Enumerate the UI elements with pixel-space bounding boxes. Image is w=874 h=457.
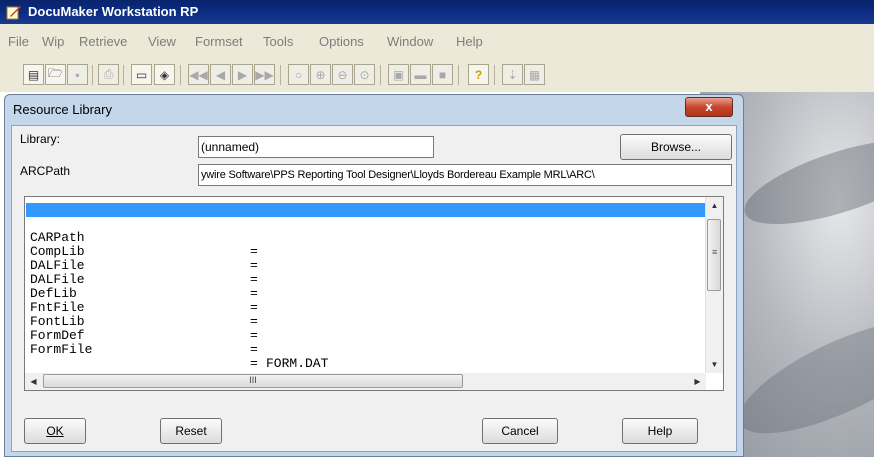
view-icon[interactable]: ▭ bbox=[131, 64, 152, 85]
dialog-title: Resource Library bbox=[13, 102, 112, 117]
dialog-title-bar: Resource Library x bbox=[5, 95, 743, 123]
first-page-icon[interactable]: ◀◀ bbox=[188, 64, 209, 85]
toolbar-separator bbox=[494, 65, 495, 85]
browse-button[interactable]: Browse... bbox=[620, 134, 732, 160]
horizontal-scrollbar[interactable]: ◀ III ▶ bbox=[25, 373, 706, 390]
arcpath-field[interactable]: ywire Software\PPS Reporting Tool Design… bbox=[198, 164, 732, 186]
menu-tools[interactable]: Tools bbox=[263, 34, 293, 49]
vertical-scrollbar[interactable]: ▲ ≡ ▼ bbox=[705, 197, 723, 373]
list-item-equals: = bbox=[250, 356, 258, 371]
list-item-value: FORM.DAT bbox=[266, 356, 329, 371]
download-icon[interactable]: ⇣ bbox=[502, 64, 523, 85]
reset-button[interactable]: Reset bbox=[160, 418, 222, 444]
scroll-left-arrow-icon[interactable]: ◀ bbox=[25, 373, 42, 390]
zoom-icon[interactable]: ○ bbox=[288, 64, 309, 85]
help-button[interactable]: Help bbox=[622, 418, 698, 444]
menu-help[interactable]: Help bbox=[456, 34, 483, 49]
zoom-in-icon[interactable]: ⊕ bbox=[310, 64, 331, 85]
reset-button-label: Reset bbox=[175, 424, 207, 438]
zoom-out-icon[interactable]: ⊖ bbox=[332, 64, 353, 85]
list-item[interactable]: CompLib = bbox=[26, 231, 706, 273]
list-item[interactable]: CARPath = bbox=[26, 217, 706, 259]
layout-full-icon[interactable]: ▣ bbox=[388, 64, 409, 85]
menu-window[interactable]: Window bbox=[387, 34, 433, 49]
scroll-down-arrow-icon[interactable]: ▼ bbox=[706, 356, 723, 373]
previous-page-icon[interactable]: ◀ bbox=[210, 64, 231, 85]
layout-tile-icon[interactable]: ■ bbox=[432, 64, 453, 85]
last-page-icon[interactable]: ▶▶ bbox=[254, 64, 275, 85]
menu-bar: File Wip Retrieve View Formset Tools Opt… bbox=[0, 24, 874, 61]
list-item[interactable]: DALFile = bbox=[26, 245, 706, 287]
layout-split-icon[interactable]: ▬ bbox=[410, 64, 431, 85]
toolbar-separator bbox=[180, 65, 181, 85]
toolbar-separator bbox=[380, 65, 381, 85]
toolbar: ▤ 🗁 ▪ ⎙ ▭ ◈ ◀◀ ◀ ▶ ▶▶ ○ ⊕ ⊖ ⊙ ▣ ▬ ■ ? ⇣ … bbox=[0, 60, 874, 92]
resource-list[interactable]: ARCPath = C:\Program Files\Skywire Softw… bbox=[24, 196, 724, 391]
arcpath-label: ARCPath bbox=[20, 164, 71, 178]
app-title: DocuMaker Workstation RP bbox=[28, 4, 199, 19]
list-item[interactable]: FormFile = bbox=[26, 329, 706, 371]
list-item[interactable]: FormDef = FORM.DAT bbox=[26, 315, 706, 371]
toolbar-separator bbox=[92, 65, 93, 85]
next-page-icon[interactable]: ▶ bbox=[232, 64, 253, 85]
zoom-fit-icon[interactable]: ⊙ bbox=[354, 64, 375, 85]
cancel-button[interactable]: Cancel bbox=[482, 418, 558, 444]
app-title-bar: DocuMaker Workstation RP bbox=[0, 0, 874, 24]
resource-library-dialog: Resource Library x Library: (unnamed) Br… bbox=[4, 94, 744, 457]
list-item[interactable]: ARCPath = C:\Program Files\Skywire Softw… bbox=[26, 203, 706, 259]
scroll-right-arrow-icon[interactable]: ▶ bbox=[689, 373, 706, 390]
menu-formset[interactable]: Formset bbox=[195, 34, 243, 49]
list-item[interactable]: FntFile = bbox=[26, 287, 706, 329]
list-item[interactable]: FormLib = bbox=[26, 343, 706, 353]
vertical-scroll-thumb[interactable]: ≡ bbox=[707, 219, 721, 291]
dialog-body: Library: (unnamed) Browse... ARCPath ywi… bbox=[11, 125, 737, 452]
list-item[interactable]: DefLib = bbox=[26, 273, 706, 315]
new-document-icon[interactable]: ▤ bbox=[23, 64, 44, 85]
menu-view[interactable]: View bbox=[148, 34, 176, 49]
edit-icon[interactable]: ◈ bbox=[154, 64, 175, 85]
library-field[interactable]: (unnamed) bbox=[198, 136, 434, 158]
menu-options[interactable]: Options bbox=[319, 34, 364, 49]
menu-wip[interactable]: Wip bbox=[42, 34, 64, 49]
toolbar-separator bbox=[458, 65, 459, 85]
close-icon: x bbox=[705, 99, 713, 114]
save-icon[interactable]: ▪ bbox=[67, 64, 88, 85]
toolbar-separator bbox=[123, 65, 124, 85]
ok-button[interactable]: OK bbox=[24, 418, 86, 444]
toolbar-separator bbox=[280, 65, 281, 85]
application-window: DocuMaker Workstation RP File Wip Retrie… bbox=[0, 0, 874, 457]
list-item[interactable]: DALFile = bbox=[26, 259, 706, 301]
grip-icon: ≡ bbox=[712, 247, 718, 257]
documaker-app-icon bbox=[6, 6, 21, 20]
ok-button-label: OK bbox=[46, 424, 64, 438]
print-icon[interactable]: ⎙ bbox=[98, 64, 119, 85]
menu-retrieve[interactable]: Retrieve bbox=[79, 34, 127, 49]
scroll-up-arrow-icon[interactable]: ▲ bbox=[706, 197, 723, 214]
library-label: Library: bbox=[20, 132, 61, 146]
horizontal-scroll-thumb[interactable]: III bbox=[43, 374, 463, 388]
help-question-icon[interactable]: ? bbox=[468, 64, 489, 85]
document-icon[interactable]: ▦ bbox=[524, 64, 545, 85]
list-item[interactable]: FontLib = bbox=[26, 301, 706, 343]
open-folder-icon[interactable]: 🗁 bbox=[45, 64, 66, 85]
menu-file[interactable]: File bbox=[8, 34, 29, 49]
close-button[interactable]: x bbox=[685, 97, 733, 117]
